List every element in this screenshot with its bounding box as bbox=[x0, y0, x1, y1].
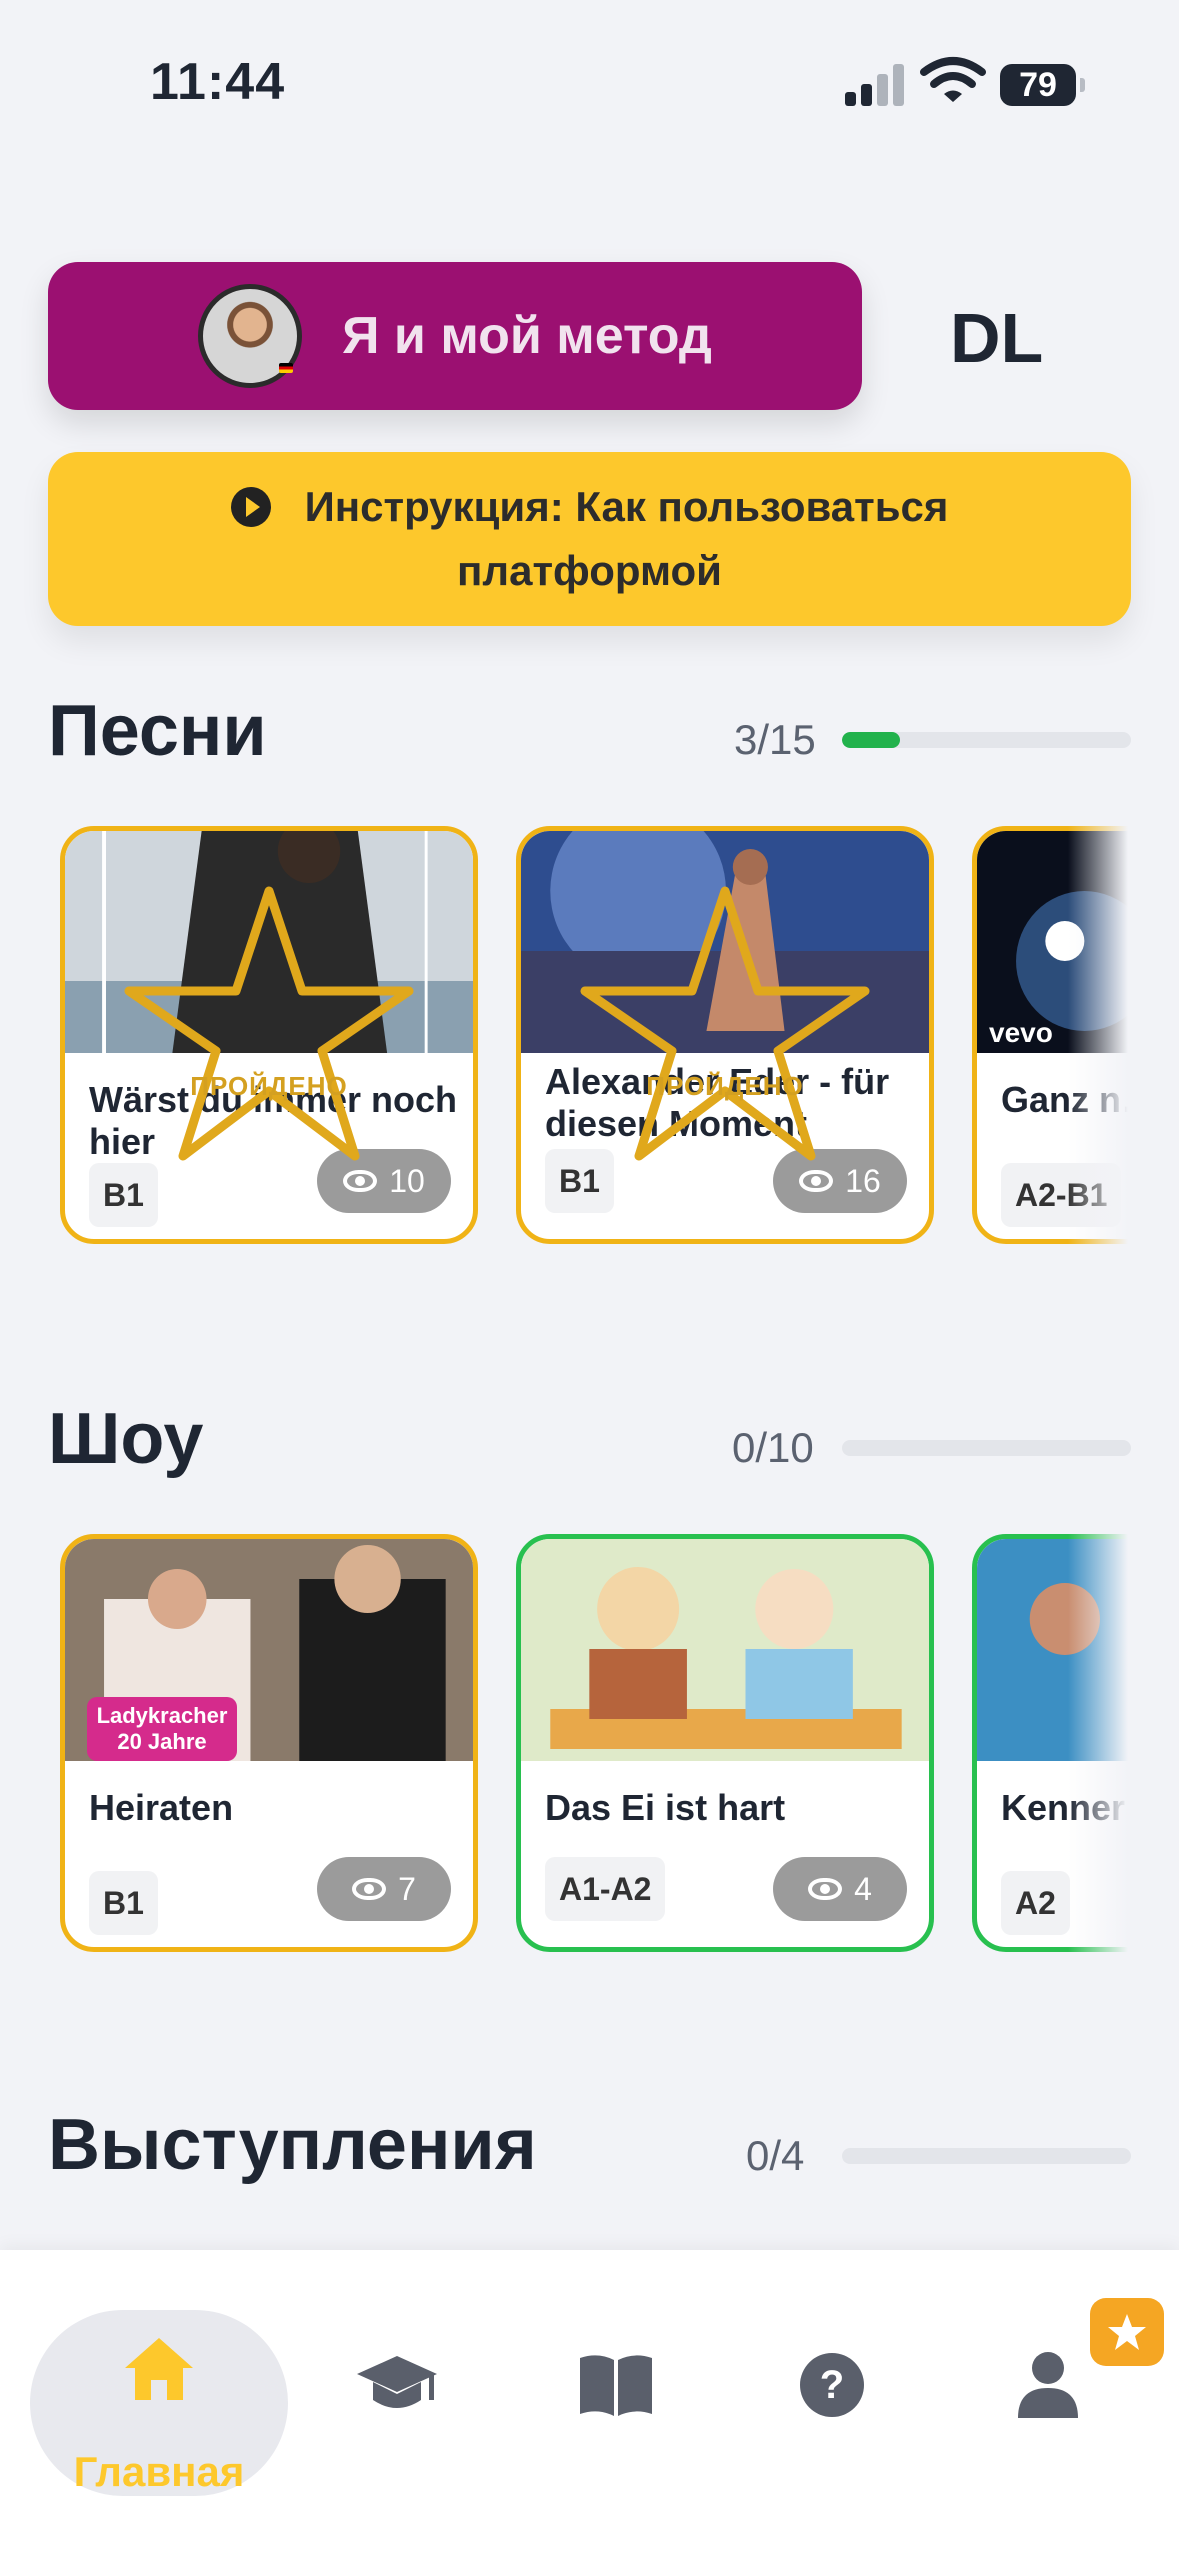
show-progress-text: 0/10 bbox=[732, 1424, 814, 1471]
dl-logo: DL bbox=[950, 299, 1044, 377]
card-title: Ganz n… gestört… bbox=[1001, 1079, 1128, 1120]
section-title-performances: Выступления bbox=[48, 2105, 537, 2185]
passed-label: ПРОЙДЕНО bbox=[646, 1071, 804, 1101]
card-title: Kenner… Pool bbox=[1001, 1787, 1128, 1828]
nav-home-label: Главная bbox=[73, 2448, 245, 2495]
star-icon bbox=[124, 886, 414, 1161]
show-thumbnail bbox=[521, 1539, 929, 1761]
my-method-button[interactable]: Я и мой метод bbox=[48, 262, 862, 410]
level-badge: A2-B1 bbox=[1001, 1163, 1122, 1227]
songs-progress-bar bbox=[842, 732, 1131, 748]
profile-icon[interactable] bbox=[1003, 2340, 1093, 2430]
vevo-label: vevo bbox=[989, 1017, 1053, 1048]
star-icon bbox=[1108, 2314, 1146, 2350]
graduation-cap-icon[interactable] bbox=[352, 2340, 442, 2430]
level-badge: A2 bbox=[1001, 1871, 1070, 1935]
wifi-icon bbox=[920, 57, 986, 102]
performances-progress-bar bbox=[842, 2148, 1131, 2164]
views-badge: 7 bbox=[317, 1857, 451, 1921]
section-title-show: Шоу bbox=[48, 1399, 204, 1479]
card-title: Das Ei ist hart bbox=[545, 1787, 786, 1828]
instruction-banner[interactable]: Инструкция: Как пользоваться платформой bbox=[48, 452, 1131, 626]
avatar bbox=[198, 284, 303, 388]
show-card[interactable]: Das Ei ist hart A1-A2 4 bbox=[516, 1534, 934, 1952]
show-carousel[interactable]: Ladykracher 20 Jahre Heiraten B1 7 Das E… bbox=[60, 1534, 1128, 1954]
show-thumbnail bbox=[977, 1539, 1128, 1761]
star-badge[interactable] bbox=[1090, 2298, 1164, 2366]
level-badge: B1 bbox=[89, 1871, 158, 1935]
level-badge: A1-A2 bbox=[545, 1857, 666, 1921]
views-count: 4 bbox=[854, 1871, 872, 1907]
method-label: Я и мой метод bbox=[342, 307, 712, 365]
help-icon[interactable]: ? bbox=[787, 2340, 877, 2430]
instruction-label: Инструкция: Как пользоваться платформой bbox=[304, 483, 949, 594]
song-card[interactable]: Wärst du immer noch hier B1 10 ПРОЙДЕНО bbox=[60, 826, 478, 1244]
star-icon bbox=[580, 886, 870, 1161]
card-title: Heiraten bbox=[89, 1787, 234, 1828]
passed-star-badge: ПРОЙДЕНО bbox=[119, 881, 419, 1181]
show-card[interactable]: Ladykracher 20 Jahre Heiraten B1 7 bbox=[60, 1534, 478, 1952]
passed-star-badge: ПРОЙДЕНО bbox=[575, 881, 875, 1181]
section-title-songs: Песни bbox=[48, 691, 267, 771]
song-card[interactable]: Alexander Eder - für diesen Moment B1 16… bbox=[516, 826, 934, 1244]
views-badge: 4 bbox=[773, 1857, 907, 1921]
songs-progress-fill bbox=[842, 732, 900, 748]
show-logo: Ladykracher 20 Jahre bbox=[87, 1697, 237, 1761]
book-icon[interactable] bbox=[571, 2340, 661, 2430]
views-count: 7 bbox=[398, 1871, 416, 1907]
eye-icon bbox=[352, 1878, 387, 1900]
songs-carousel[interactable]: Wärst du immer noch hier B1 10 ПРОЙДЕНО … bbox=[60, 826, 1128, 1246]
battery-indicator: 79 bbox=[1000, 64, 1085, 106]
status-bar: 11:44 79 bbox=[0, 0, 1179, 150]
show-card[interactable]: Kenner… Pool A2 bbox=[972, 1534, 1128, 1952]
show-progress-bar bbox=[842, 1440, 1131, 1456]
signal-icon bbox=[845, 62, 905, 106]
song-card[interactable]: vevo Ganz n… gestört… A2-B1 bbox=[972, 826, 1128, 1244]
performances-progress-text: 0/4 bbox=[746, 2132, 805, 2179]
svg-text:?: ? bbox=[820, 2363, 844, 2407]
home-icon[interactable] bbox=[114, 2324, 204, 2414]
play-icon bbox=[230, 487, 271, 527]
passed-label: ПРОЙДЕНО bbox=[190, 1071, 348, 1101]
bottom-navigation: Главная ? bbox=[0, 2250, 1179, 2556]
songs-progress-text: 3/15 bbox=[734, 716, 816, 763]
eye-icon bbox=[808, 1878, 843, 1900]
status-time: 11:44 bbox=[150, 53, 286, 111]
